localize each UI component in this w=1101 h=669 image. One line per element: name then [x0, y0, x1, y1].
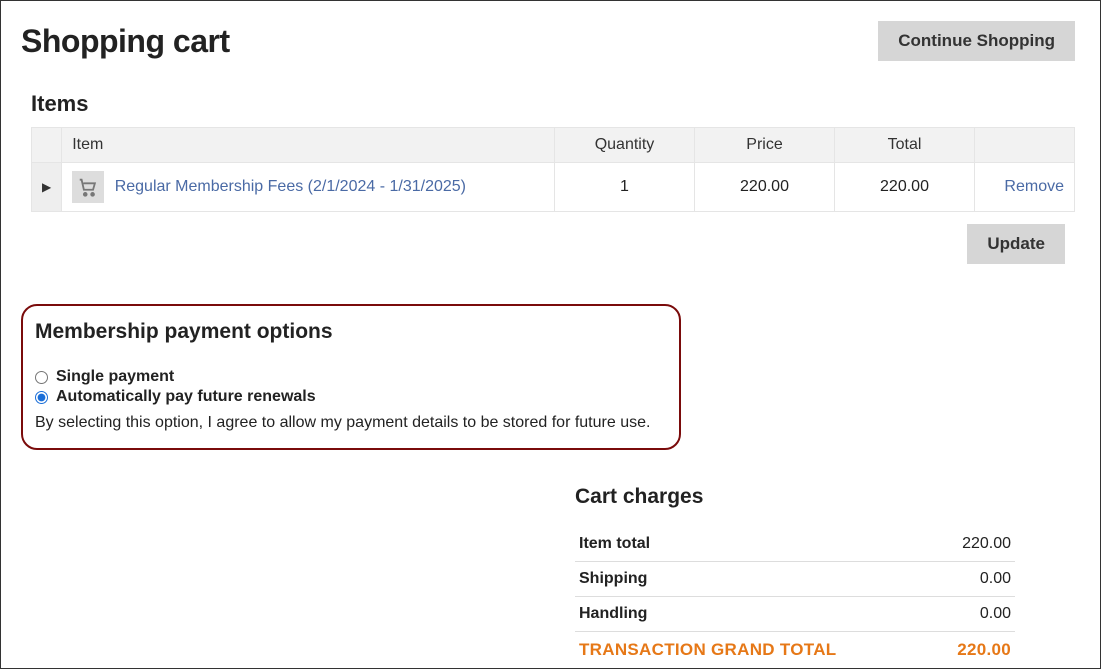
- item-quantity: 1: [555, 163, 695, 212]
- cart-icon: [72, 171, 104, 203]
- item-total: 220.00: [835, 163, 975, 212]
- table-row: ▶ Regular Membership Fees (2/1/2024 - 1/…: [32, 163, 1075, 212]
- item-name-link[interactable]: Regular Membership Fees (2/1/2024 - 1/31…: [115, 178, 466, 195]
- items-heading: Items: [31, 91, 1075, 117]
- auto-renewal-label[interactable]: Automatically pay future renewals: [56, 388, 316, 406]
- single-payment-label[interactable]: Single payment: [56, 368, 174, 386]
- grand-total-label: TRANSACTION GRAND TOTAL: [575, 632, 932, 669]
- shipping-label: Shipping: [575, 562, 932, 597]
- expand-row-toggle[interactable]: ▶: [32, 163, 62, 212]
- update-button[interactable]: Update: [967, 224, 1065, 264]
- remove-link[interactable]: Remove: [1004, 178, 1064, 195]
- single-payment-radio[interactable]: [35, 371, 48, 384]
- payment-options-heading: Membership payment options: [35, 320, 667, 344]
- auto-renewal-radio[interactable]: [35, 391, 48, 404]
- col-item: Item: [62, 128, 555, 163]
- handling-value: 0.00: [932, 597, 1015, 632]
- item-total-label: Item total: [575, 527, 932, 562]
- col-expand: [32, 128, 62, 163]
- items-table: Item Quantity Price Total ▶: [31, 127, 1075, 212]
- page-title: Shopping cart: [21, 23, 230, 60]
- handling-label: Handling: [575, 597, 932, 632]
- triangle-right-icon: ▶: [42, 180, 51, 194]
- col-price: Price: [695, 128, 835, 163]
- col-total: Total: [835, 128, 975, 163]
- grand-total-value: 220.00: [932, 632, 1015, 669]
- payment-options-box: Membership payment options Single paymen…: [21, 304, 681, 450]
- continue-shopping-button[interactable]: Continue Shopping: [878, 21, 1075, 61]
- charges-heading: Cart charges: [575, 485, 1015, 509]
- shipping-value: 0.00: [932, 562, 1015, 597]
- auto-renewal-disclaimer: By selecting this option, I agree to all…: [35, 414, 667, 432]
- col-quantity: Quantity: [555, 128, 695, 163]
- col-remove: [975, 128, 1075, 163]
- item-price: 220.00: [695, 163, 835, 212]
- item-total-value: 220.00: [932, 527, 1015, 562]
- charges-table: Item total 220.00 Shipping 0.00 Handling…: [575, 527, 1015, 668]
